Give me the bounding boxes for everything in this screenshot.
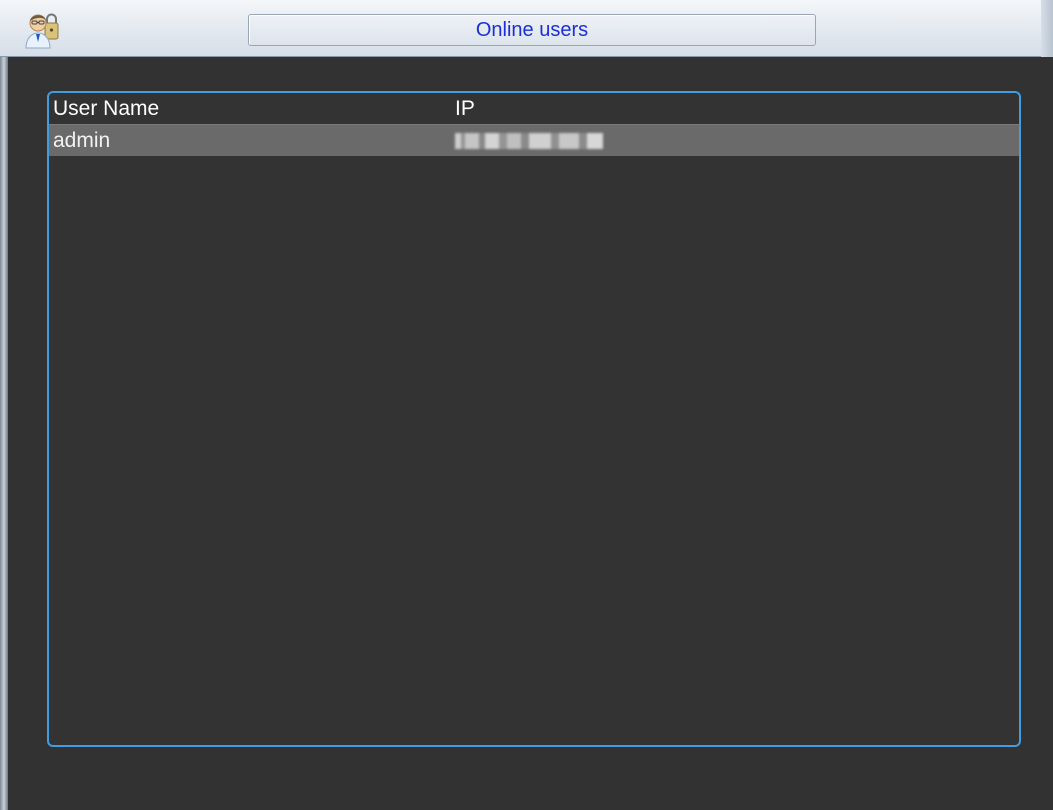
column-header-ip: IP (455, 97, 475, 120)
title-bar: Online users (0, 0, 1053, 57)
table-row[interactable]: admin (49, 125, 1019, 156)
window-title: Online users (248, 14, 816, 46)
ip-address-cell (455, 133, 603, 149)
online-users-table: User Name IP admin (47, 91, 1021, 747)
title-bar-edge (1041, 0, 1053, 57)
column-header-user-name: User Name (53, 97, 160, 120)
table-header: User Name IP (49, 93, 1019, 125)
window-left-border (0, 57, 8, 810)
user-name-cell: admin (53, 129, 111, 152)
user-lock-icon (18, 5, 62, 51)
online-users-window: Online users User Name IP admin (0, 0, 1053, 810)
